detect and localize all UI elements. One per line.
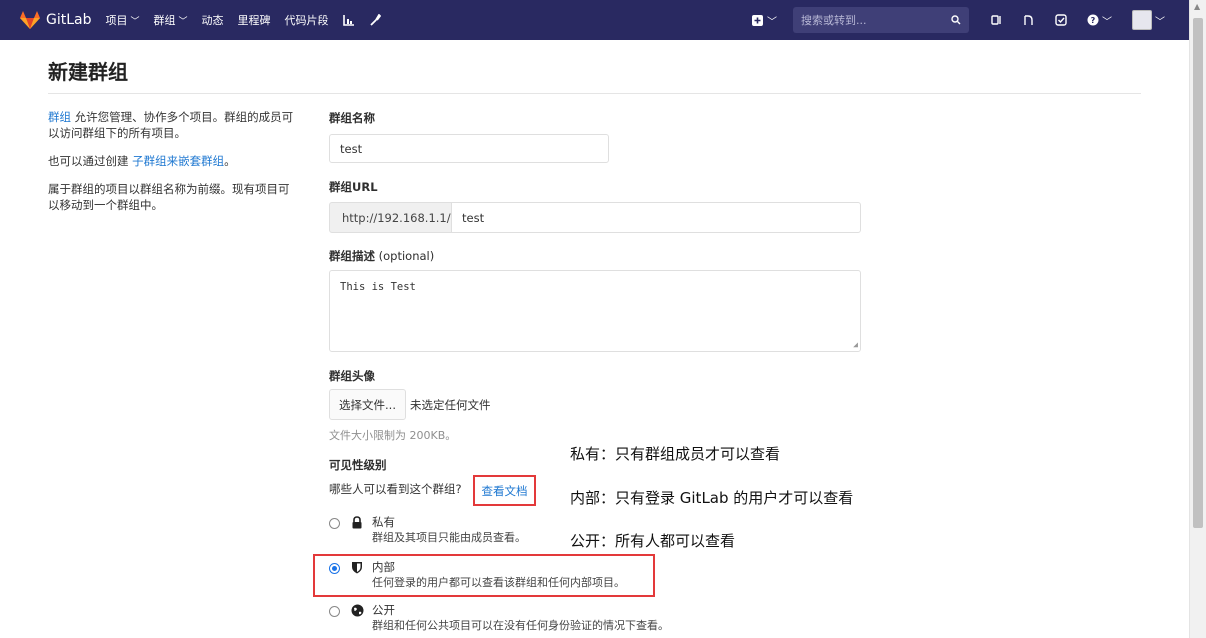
help-icon: ?: [1087, 14, 1099, 26]
chevron-down-icon: ﹀: [178, 16, 188, 27]
file-size-hint: 文件大小限制为 200KB。: [329, 429, 457, 442]
choose-file-button[interactable]: 选择文件...: [329, 389, 406, 420]
lock-icon: [350, 516, 364, 529]
groups-link[interactable]: 群组: [48, 110, 71, 124]
subgroups-note-end: 。: [224, 154, 236, 168]
user-menu[interactable]: ﹀: [1132, 10, 1165, 30]
shield-icon: [350, 561, 364, 574]
no-file-chosen: 未选定任何文件: [410, 398, 491, 412]
help-sidebar: 群组 允许您管理、协作多个项目。群组的成员可以访问群组下的所有项目。 也可以通过…: [48, 109, 300, 225]
page-scrollbar[interactable]: ▲: [1189, 0, 1206, 638]
group-path-value: test: [462, 210, 485, 225]
docs-highlight-box: 查看文档: [473, 475, 536, 506]
internal-text: 内部 任何登录的用户都可以查看该群组和任何内部项目。: [372, 560, 625, 590]
annotation-internal: 内部：只有登录 GitLab 的用户才可以查看: [570, 489, 854, 507]
public-text: 公开 群组和任何公共项目可以在没有任何身份验证的情况下查看。: [372, 603, 669, 633]
brand-name: GitLab: [46, 12, 92, 28]
chevron-down-icon: ﹀: [1102, 16, 1112, 28]
nav-activity[interactable]: 动态: [202, 12, 224, 28]
visibility-option-public[interactable]: 公开 群组和任何公共项目可以在没有任何身份验证的情况下查看。: [329, 603, 669, 633]
group-url-label: 群组URL: [329, 180, 378, 194]
description-label-text: 群组描述: [329, 249, 375, 263]
globe-icon: [350, 604, 364, 617]
subgroups-link[interactable]: 子群组来嵌套群组: [132, 154, 224, 168]
avatar: [1132, 10, 1152, 30]
gitlab-logo[interactable]: GitLab: [20, 11, 92, 29]
url-prefix: http://192.168.1.1/: [329, 202, 452, 233]
page-title: 新建群组: [48, 60, 128, 84]
visibility-question: 哪些人可以看到这个群组?: [329, 482, 462, 496]
chevron-down-icon: ﹀: [1155, 16, 1165, 28]
group-path-field[interactable]: test: [451, 202, 861, 233]
issues-icon[interactable]: [991, 14, 1003, 26]
public-title: 公开: [372, 603, 395, 617]
group-name-label: 群组名称: [329, 111, 375, 125]
wrench-icon[interactable]: [369, 14, 381, 26]
scroll-up-icon[interactable]: ▲: [1194, 2, 1200, 11]
view-docs-link[interactable]: 查看文档: [482, 483, 528, 499]
nav-groups[interactable]: 群组 ﹀: [154, 12, 188, 28]
private-title: 私有: [372, 515, 395, 529]
subgroups-note: 也可以通过创建 子群组来嵌套群组。: [48, 153, 300, 169]
merge-requests-icon[interactable]: [1023, 14, 1035, 26]
group-description-label: 群组描述 (optional): [329, 248, 434, 264]
nav-snippets[interactable]: 代码片段: [285, 12, 329, 28]
title-divider: [48, 93, 1141, 94]
chevron-down-icon: ﹀: [130, 16, 140, 27]
description-value: This is Test: [340, 281, 416, 293]
groups-intro-text: 允许您管理、协作多个项目。群组的成员可以访问群组下的所有项目。: [48, 110, 294, 140]
nav-projects[interactable]: 项目 ﹀: [106, 12, 140, 28]
search-input[interactable]: 搜索或转到...: [793, 7, 969, 33]
search-placeholder: 搜索或转到...: [801, 14, 867, 27]
chevron-down-icon: ﹀: [767, 16, 777, 28]
top-navbar: GitLab 项目 ﹀ 群组 ﹀ 动态 里程碑 代码片段 ﹀ 搜索或转到... ? …: [0, 0, 1189, 40]
optional-hint: (optional): [375, 249, 435, 263]
public-description: 群组和任何公共项目可以在没有任何身份验证的情况下查看。: [372, 619, 669, 632]
group-avatar-label: 群组头像: [329, 369, 375, 383]
todos-icon[interactable]: [1055, 14, 1067, 26]
annotation-public: 公开：所有人都可以查看: [570, 532, 736, 550]
visibility-label: 可见性级别: [329, 458, 387, 472]
group-name-field[interactable]: test: [329, 134, 609, 163]
nav-projects-label: 项目: [105, 14, 128, 27]
visibility-option-private[interactable]: 私有 群组及其项目只能由成员查看。: [329, 515, 526, 545]
private-radio[interactable]: [329, 518, 340, 529]
svg-text:?: ?: [1091, 16, 1096, 25]
private-description: 群组及其项目只能由成员查看。: [372, 531, 526, 544]
group-description-textarea[interactable]: This is Test ◢: [329, 270, 861, 352]
chart-icon[interactable]: [342, 14, 355, 26]
search-icon: [951, 15, 961, 25]
private-text: 私有 群组及其项目只能由成员查看。: [372, 515, 526, 545]
gitlab-tanuki-icon: [20, 11, 40, 29]
public-radio[interactable]: [329, 606, 340, 617]
internal-title: 内部: [372, 560, 395, 574]
visibility-option-internal[interactable]: 内部 任何登录的用户都可以查看该群组和任何内部项目。: [329, 560, 625, 590]
annotation-private: 私有：只有群组成员才可以查看: [570, 445, 781, 463]
plus-square-icon: [752, 14, 763, 26]
help-dropdown[interactable]: ? ﹀: [1087, 13, 1112, 28]
groups-intro: 群组 允许您管理、协作多个项目。群组的成员可以访问群组下的所有项目。: [48, 109, 300, 141]
new-dropdown-button[interactable]: ﹀: [752, 13, 777, 28]
internal-description: 任何登录的用户都可以查看该群组和任何内部项目。: [372, 576, 625, 589]
internal-radio[interactable]: [329, 563, 340, 574]
resize-handle-icon[interactable]: ◢: [853, 340, 858, 349]
subgroups-note-text: 也可以通过创建: [48, 154, 133, 168]
scroll-thumb[interactable]: [1193, 18, 1203, 528]
group-name-value: test: [340, 141, 363, 156]
nav-groups-label: 群组: [153, 14, 176, 27]
nav-milestones[interactable]: 里程碑: [238, 12, 271, 28]
prefix-note: 属于群组的项目以群组名称为前缀。现有项目可以移动到一个群组中。: [48, 182, 290, 212]
